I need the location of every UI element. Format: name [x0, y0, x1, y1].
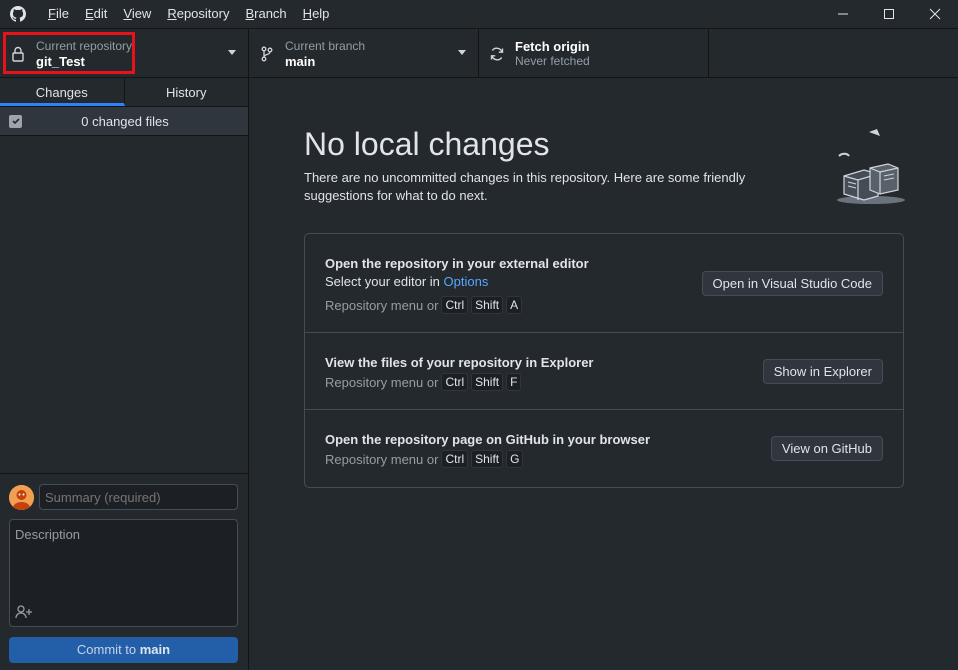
options-link[interactable]: Options	[444, 274, 489, 289]
branch-text: Current branch main	[285, 39, 365, 69]
current-repository-button[interactable]: Current repository git_Test	[0, 29, 249, 78]
commit-button-branch: main	[139, 642, 171, 657]
kbd-key: A	[506, 296, 523, 314]
git-branch-icon	[259, 46, 275, 62]
commit-button[interactable]: Commit to main	[9, 637, 238, 663]
sync-icon	[489, 46, 505, 62]
kbd-shift: Shift	[471, 296, 504, 314]
description-placeholder: Description	[15, 527, 81, 542]
sidebar: Changes History 0 changed files Descript…	[0, 78, 249, 670]
kbd-key: F	[506, 373, 522, 391]
kbd-ctrl: Ctrl	[441, 373, 469, 391]
menu-edit[interactable]: Edit	[77, 0, 115, 28]
suggestion-github: Open the repository page on GitHub in yo…	[305, 410, 903, 487]
close-button[interactable]	[912, 0, 958, 28]
suggestion-shortcut: Repository menu or Ctrl Shift G	[325, 450, 524, 468]
shortcut-hint: Repository menu or	[325, 451, 439, 467]
branch-name: main	[285, 53, 316, 69]
select-all-checkbox[interactable]	[9, 114, 22, 128]
changed-files-count: 0 changed files	[81, 113, 169, 129]
main-content: No local changes There are no uncommitte…	[249, 78, 958, 670]
fetch-title: Fetch origin	[515, 38, 590, 54]
highlight-annotation	[3, 32, 135, 74]
suggestion-title: Open the repository in your external edi…	[325, 256, 589, 271]
commit-button-prefix: Commit to	[76, 642, 140, 657]
maximize-icon	[884, 9, 894, 19]
github-icon[interactable]	[10, 6, 26, 22]
maximize-button[interactable]	[866, 0, 912, 28]
minimize-icon	[838, 13, 848, 15]
suggestion-explorer: View the files of your repository in Exp…	[305, 333, 903, 410]
menu-help[interactable]: Help	[295, 0, 338, 28]
fetch-origin-button[interactable]: Fetch origin Never fetched	[479, 29, 709, 78]
tab-changes[interactable]: Changes	[0, 78, 125, 106]
chevron-down-icon	[228, 50, 236, 55]
tab-history[interactable]: History	[125, 78, 249, 106]
window-controls	[820, 0, 958, 28]
shortcut-hint: Repository menu or	[325, 374, 439, 390]
show-in-explorer-button[interactable]: Show in Explorer	[762, 359, 883, 384]
person-add-icon[interactable]	[15, 605, 33, 619]
chevron-down-icon	[458, 50, 466, 55]
suggestions-panel: Open the repository in your external edi…	[304, 233, 904, 488]
intro-text: There are no uncommitted changes in this…	[304, 170, 746, 203]
suggestion-editor: Open the repository in your external edi…	[305, 234, 903, 333]
view-on-github-button[interactable]: View on GitHub	[770, 436, 883, 461]
kbd-ctrl: Ctrl	[441, 450, 469, 468]
commit-area: Description Commit to main	[0, 473, 248, 670]
fetch-text: Fetch origin Never fetched	[515, 39, 590, 69]
suggestion-description: Select your editor in Options	[325, 274, 488, 289]
title-bar: File Edit View Repository Branch Help	[0, 0, 958, 28]
kbd-ctrl: Ctrl	[441, 296, 469, 314]
page-title: No local changes	[304, 126, 550, 162]
current-branch-button[interactable]: Current branch main	[249, 29, 479, 78]
shortcut-hint: Repository menu or	[325, 297, 439, 313]
kbd-shift: Shift	[471, 373, 504, 391]
suggestion-title: View the files of your repository in Exp…	[325, 355, 594, 370]
changed-files-header: 0 changed files	[0, 107, 248, 136]
menu-repository[interactable]: Repository	[159, 0, 237, 28]
close-icon	[929, 8, 941, 20]
summary-input[interactable]	[39, 484, 238, 510]
open-in-vscode-button[interactable]: Open in Visual Studio Code	[701, 271, 883, 296]
kbd-shift: Shift	[471, 450, 504, 468]
avatar	[9, 485, 34, 510]
suggestion-shortcut: Repository menu or Ctrl Shift A	[325, 296, 523, 314]
suggestion-shortcut: Repository menu or Ctrl Shift F	[325, 373, 522, 391]
fetch-status: Never fetched	[515, 53, 590, 68]
toolbar: Current repository git_Test Current bran…	[0, 28, 958, 78]
kbd-key: G	[506, 450, 524, 468]
menu-file[interactable]: File	[40, 0, 77, 28]
boxes-illustration-icon	[837, 129, 905, 204]
menu-view[interactable]: View	[115, 0, 159, 28]
menu-branch[interactable]: Branch	[237, 0, 294, 28]
suggestion-title: Open the repository page on GitHub in yo…	[325, 432, 651, 447]
description-textarea[interactable]: Description	[9, 519, 238, 627]
editor-hint-text: Select your editor in	[325, 274, 444, 289]
minimize-button[interactable]	[820, 0, 866, 28]
sidebar-tabs: Changes History	[0, 78, 248, 107]
menu-bar: File Edit View Repository Branch Help	[40, 0, 337, 28]
branch-label: Current branch	[285, 38, 366, 53]
